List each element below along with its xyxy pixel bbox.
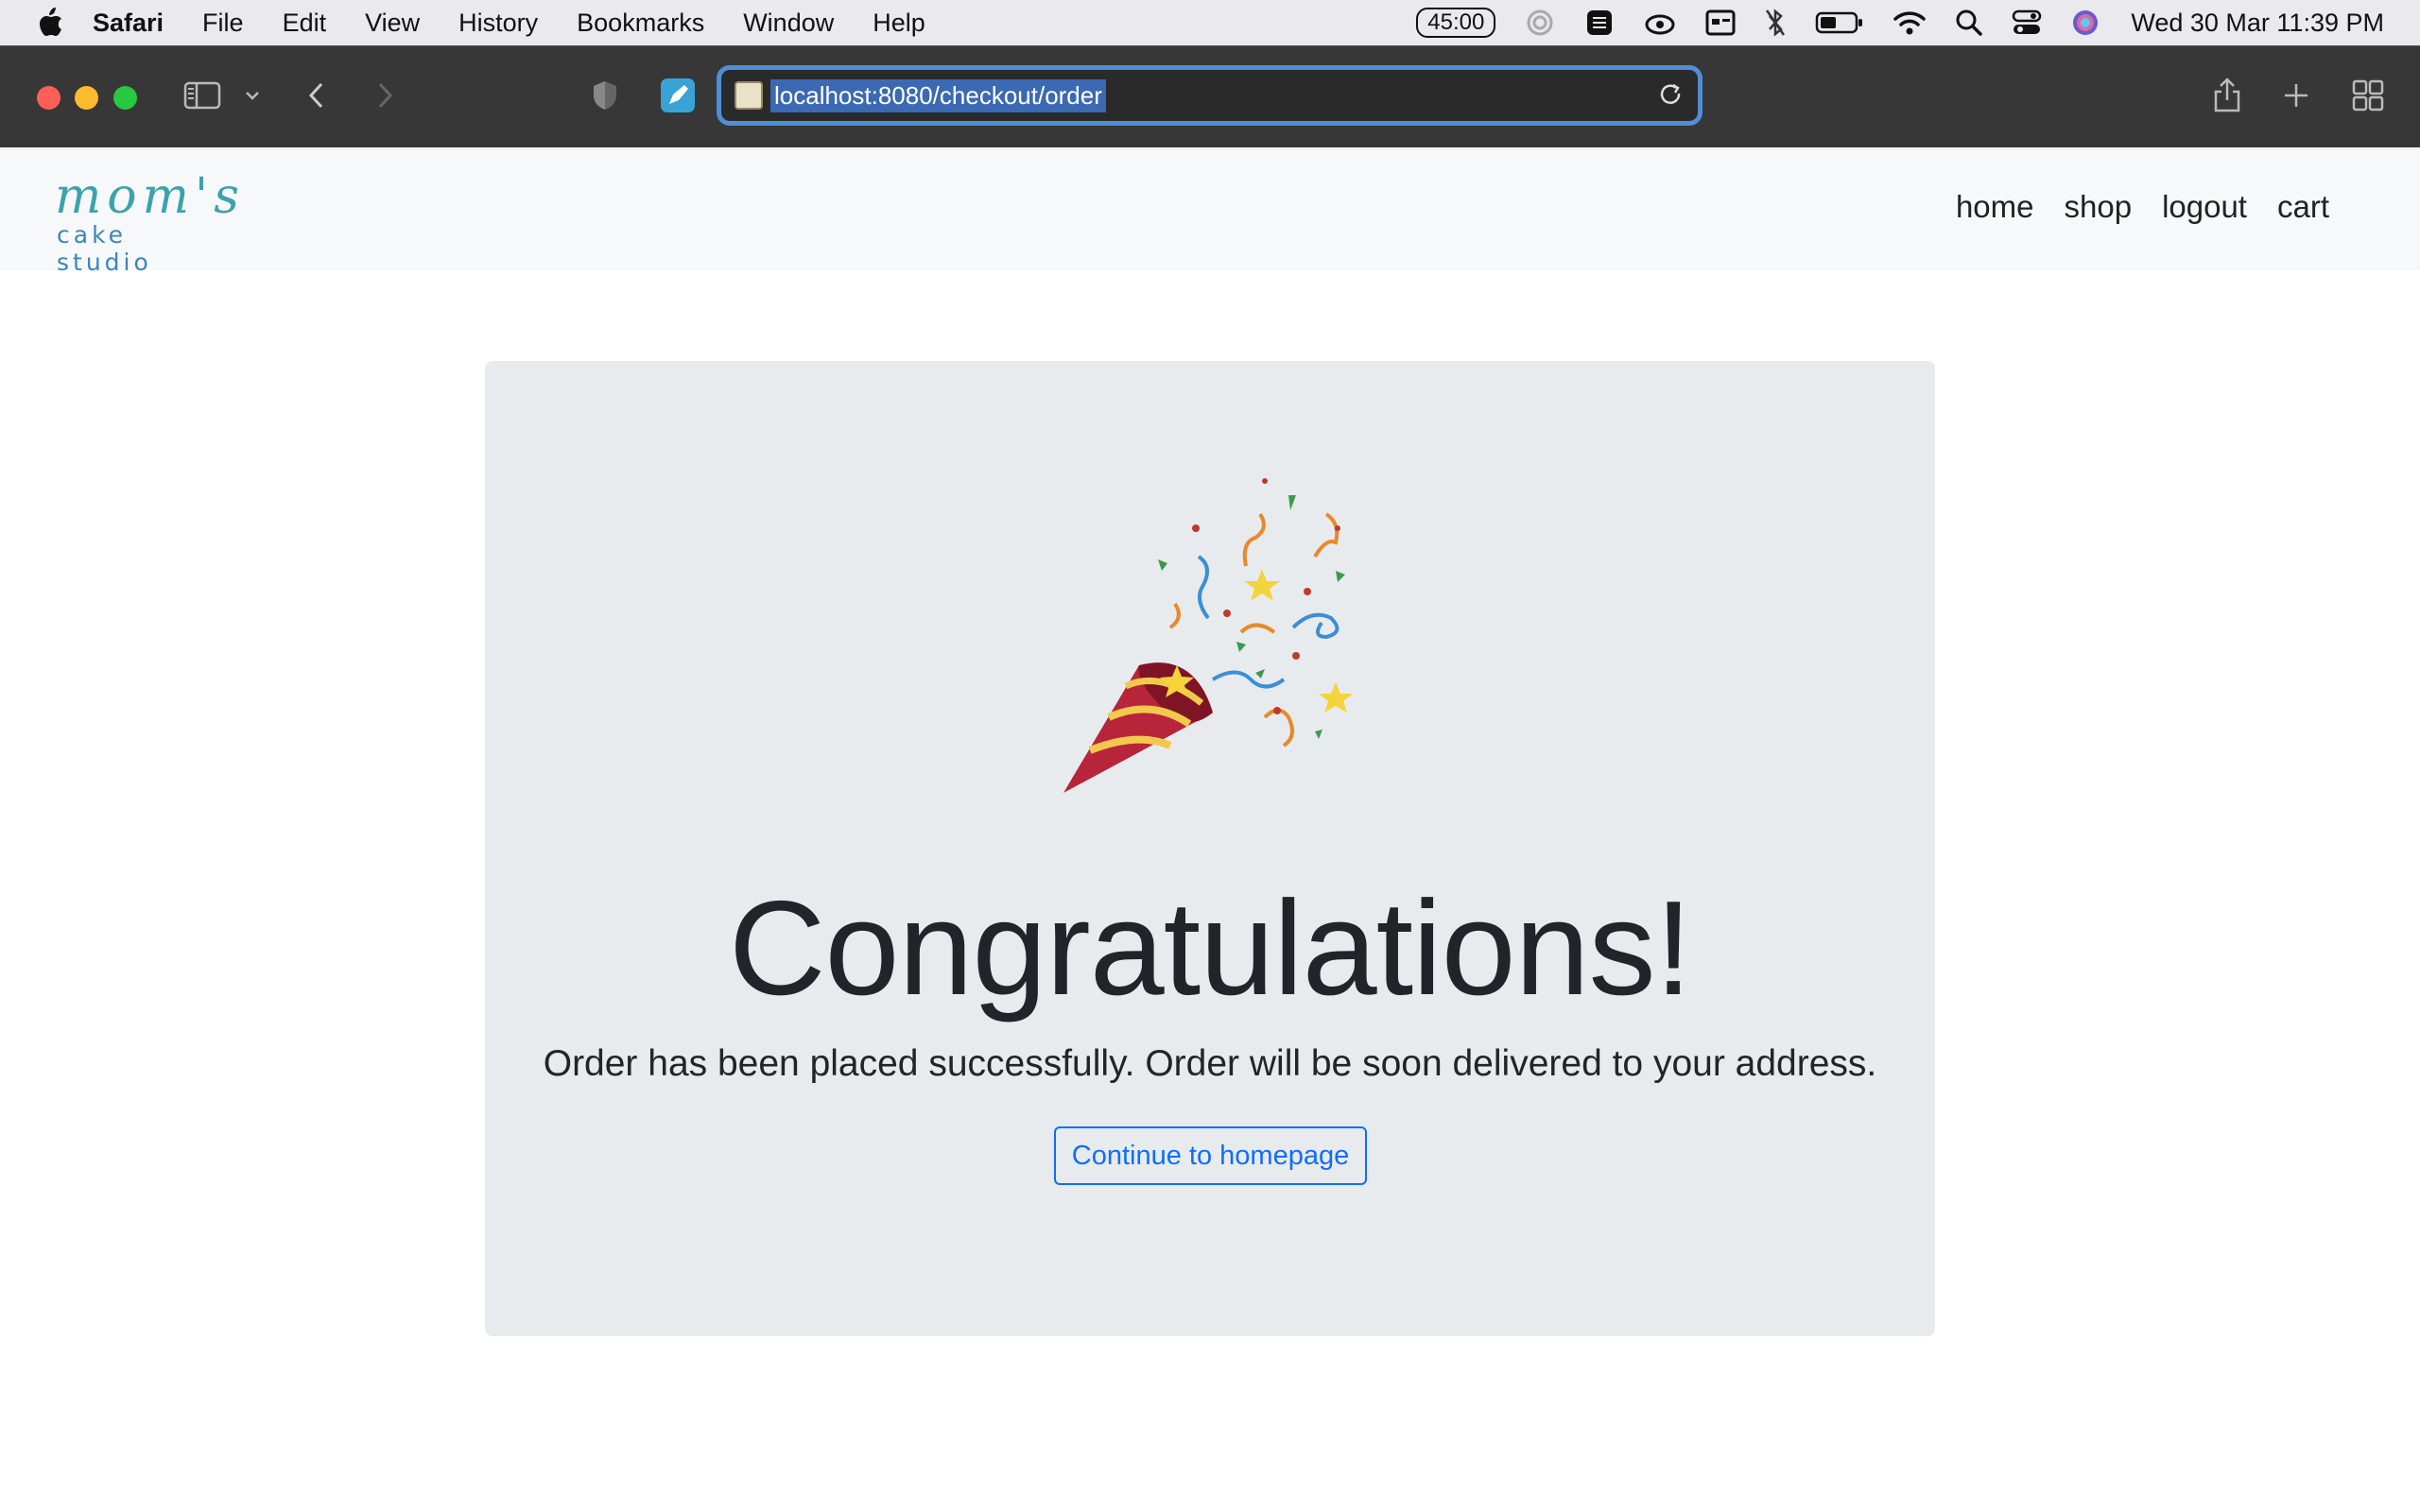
apple-menu-icon[interactable] [36,7,64,39]
site-favicon [735,81,763,110]
back-arrow-icon[interactable] [306,75,327,116]
confirmation-message: Order has been placed successfully. Orde… [485,1043,1935,1085]
share-icon[interactable] [2212,75,2242,116]
privacy-shield-icon[interactable] [591,75,619,116]
nav-link-home[interactable]: home [1956,189,2034,225]
spotlight-search-icon[interactable] [1955,9,1983,37]
address-bar[interactable]: localhost:8080/checkout/order [717,65,1703,126]
wifi-icon[interactable] [1893,9,1927,36]
url-text[interactable]: localhost:8080/checkout/order [770,78,1106,112]
siri-icon[interactable] [2070,8,2100,38]
status-area: 45:00 Wed 30 Mar 11:39 PM [1388,0,2384,45]
nav-links: home shop logout cart [1926,189,2329,225]
nav-link-logout[interactable]: logout [2162,189,2247,225]
menu-view[interactable]: View [365,9,420,38]
grid-app-icon[interactable] [1584,8,1615,38]
logo-tagline: cake studio [57,221,152,276]
site-logo[interactable]: mom's cake studio [55,168,239,276]
close-window-button[interactable] [37,86,60,110]
menubar-clock[interactable]: Wed 30 Mar 11:39 PM [2131,9,2384,38]
bluetooth-off-icon[interactable] [1764,8,1787,38]
timer-badge[interactable]: 45:00 [1416,8,1496,38]
nav-link-shop[interactable]: shop [2065,189,2133,225]
keyboard-app-icon[interactable] [1705,9,1736,37]
order-confirmation-panel: Congratulations! Order has been placed s… [485,361,1935,1336]
chevron-down-icon[interactable] [244,75,261,116]
menu-window[interactable]: Window [743,9,834,38]
menu-edit[interactable]: Edit [283,9,327,38]
page-title: Congratulations! [728,873,1692,1023]
tab-overview-icon[interactable] [2352,75,2384,116]
forward-arrow-icon[interactable] [374,75,395,116]
party-popper-icon [1063,478,1353,793]
control-center-icon[interactable] [2012,9,2042,37]
focus-ring-icon[interactable] [1524,7,1556,39]
menu-help[interactable]: Help [873,9,925,38]
message-rest: Order will be soon delivered to your add… [1134,1043,1877,1084]
message-strong: Order has been placed successfully. [543,1043,1135,1084]
nav-link-cart[interactable]: cart [2277,189,2329,225]
new-tab-icon[interactable] [2282,75,2310,116]
menu-file[interactable]: File [202,9,244,38]
extension-icon[interactable] [660,75,696,116]
logo-wordmark: mom's [55,168,245,225]
site-navbar: mom's cake studio home shop logout cart [0,147,2420,276]
sidebar-toggle-icon[interactable] [183,75,221,116]
reload-icon[interactable] [1658,82,1685,113]
menu-history[interactable]: History [458,9,538,38]
macos-menubar: Safari File Edit View History Bookmarks … [0,0,2420,45]
battery-icon[interactable] [1815,10,1864,35]
safari-toolbar: localhost:8080/checkout/order [0,45,2420,147]
continue-to-homepage-button[interactable]: Continue to homepage [1054,1126,1367,1185]
eye-app-icon[interactable] [1643,8,1677,38]
menu-bookmarks[interactable]: Bookmarks [577,9,704,38]
menu-app-safari[interactable]: Safari [93,9,164,38]
zoom-window-button[interactable] [113,86,137,110]
minimize-window-button[interactable] [75,86,98,110]
